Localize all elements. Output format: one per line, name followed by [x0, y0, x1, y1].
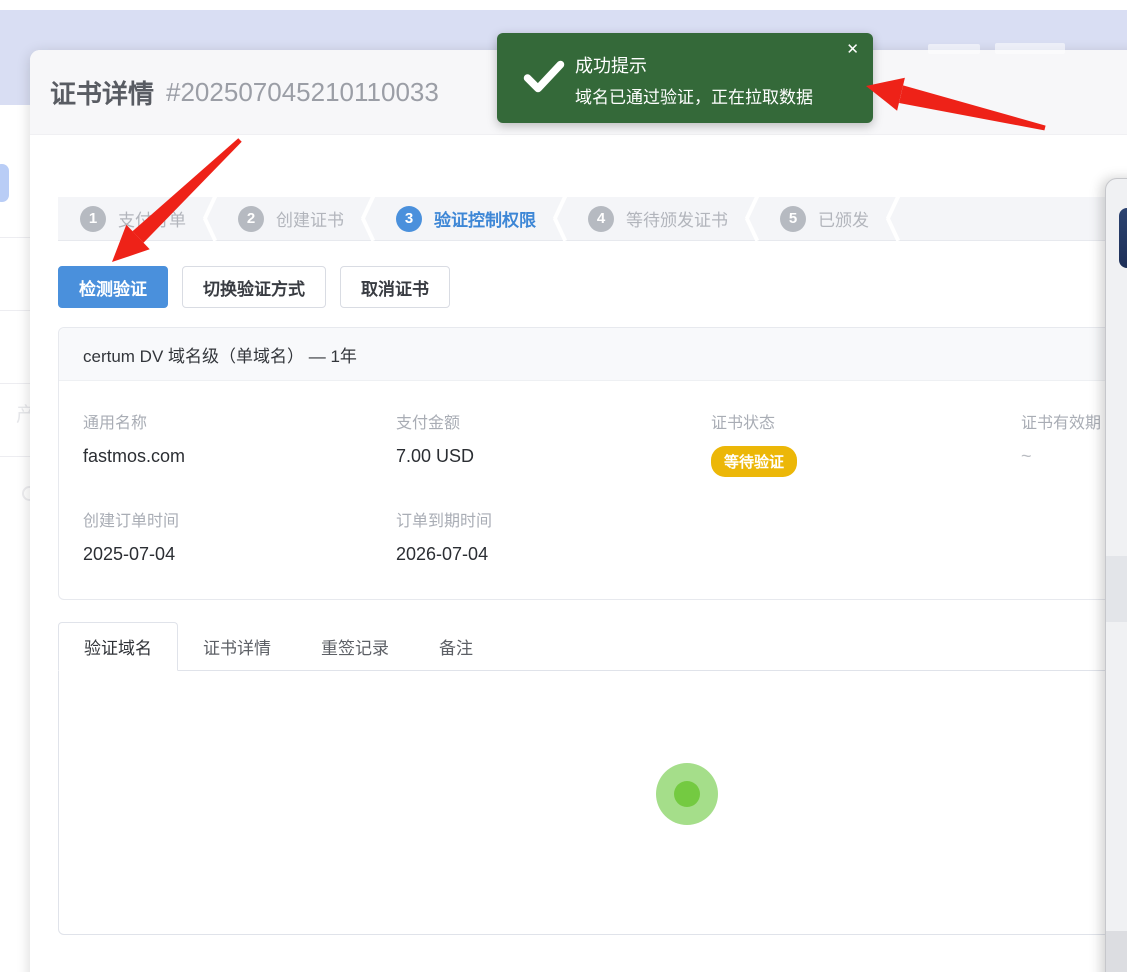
- step-label: 等待颁发证书: [626, 206, 728, 231]
- step-separator: [740, 197, 766, 240]
- switch-validation-method-button[interactable]: 切换验证方式: [182, 266, 326, 308]
- tab-content-verify-domain: [58, 670, 1127, 935]
- step-pay-order: 1 支付订单: [58, 197, 198, 240]
- status-badge: 等待验证: [711, 446, 797, 477]
- field-status: 证书状态 等待验证: [711, 409, 1021, 477]
- field-label: 证书状态: [711, 409, 1021, 433]
- step-separator: [881, 197, 907, 240]
- background-row-divider: [0, 237, 30, 238]
- step-label: 创建证书: [276, 206, 344, 231]
- progress-stepper: 1 支付订单 2 创建证书 3 验证控制权限 4 等待颁发证书 5 已颁发: [58, 197, 1127, 241]
- tab-notes[interactable]: 备注: [414, 622, 498, 670]
- action-buttons: 检测验证 切换验证方式 取消证书: [58, 266, 1127, 308]
- step-number: 1: [80, 206, 106, 232]
- cancel-certificate-button[interactable]: 取消证书: [340, 266, 450, 308]
- check-validation-button[interactable]: 检测验证: [58, 266, 168, 308]
- close-icon[interactable]: ✕: [846, 42, 859, 57]
- certificate-info-body: 通用名称 fastmos.com 支付金额 7.00 USD 证书状态 等待验证…: [59, 381, 1127, 599]
- modal-title: 证书详情: [50, 74, 154, 111]
- success-toast: 成功提示 域名已通过验证，正在拉取数据 ✕: [497, 33, 873, 123]
- field-expires: 订单到期时间 2026-07-04: [396, 507, 711, 565]
- field-label: 支付金额: [396, 409, 711, 433]
- product-title: certum DV 域名级（单域名） — 1年: [59, 328, 1127, 381]
- step-number: 4: [588, 206, 614, 232]
- step-number: 3: [396, 206, 422, 232]
- step-separator: [198, 197, 224, 240]
- tabs-header: 验证域名 证书详情 重签记录 备注: [58, 622, 1127, 670]
- order-number: #202507045210110033: [166, 77, 439, 108]
- loading-spinner: [656, 763, 718, 825]
- step-label: 支付订单: [118, 206, 186, 231]
- step-separator: [548, 197, 574, 240]
- field-created: 创建订单时间 2025-07-04: [83, 507, 396, 565]
- step-label: 验证控制权限: [434, 206, 536, 231]
- step-verify-control: 3 验证控制权限: [382, 197, 548, 240]
- step-number: 5: [780, 206, 806, 232]
- certificate-detail-modal: 证书详情 #202507045210110033 1 支付订单 2 创建证书 3…: [30, 50, 1127, 972]
- panel-navy-button[interactable]: [1119, 208, 1127, 268]
- field-value: 7.00 USD: [396, 446, 711, 467]
- checkmark-icon: [521, 57, 567, 99]
- step-issued: 5 已颁发: [766, 197, 881, 240]
- background-row-divider: [0, 383, 30, 384]
- field-label: 通用名称: [83, 409, 396, 433]
- modal-body: 1 支付订单 2 创建证书 3 验证控制权限 4 等待颁发证书 5 已颁发: [30, 197, 1127, 935]
- certificate-info-card: certum DV 域名级（单域名） — 1年 通用名称 fastmos.com…: [58, 327, 1127, 600]
- field-label: 创建订单时间: [83, 507, 396, 531]
- step-label: 已颁发: [818, 206, 869, 231]
- step-number: 2: [238, 206, 264, 232]
- field-value: fastmos.com: [83, 446, 396, 467]
- toast-message: 域名已通过验证，正在拉取数据: [575, 83, 813, 108]
- step-wait-issue: 4 等待颁发证书: [574, 197, 740, 240]
- field-value: 2026-07-04: [396, 544, 711, 565]
- field-value: 2025-07-04: [83, 544, 396, 565]
- background-row-divider: [0, 456, 30, 457]
- background-row-divider: [0, 310, 30, 311]
- tab-verify-domain[interactable]: 验证域名: [58, 622, 178, 671]
- step-separator: [356, 197, 382, 240]
- loading-spinner-core: [674, 781, 700, 807]
- panel-section-band: [1106, 556, 1127, 622]
- field-amount: 支付金额 7.00 USD: [396, 409, 711, 477]
- tab-cert-details[interactable]: 证书详情: [178, 622, 296, 670]
- tab-resign-records[interactable]: 重签记录: [296, 622, 414, 670]
- background-sidebar-highlight: [0, 164, 9, 202]
- background-artifact: [928, 44, 980, 54]
- field-label: 订单到期时间: [396, 507, 711, 531]
- detail-tabs: 验证域名 证书详情 重签记录 备注: [58, 622, 1127, 935]
- background-artifact: [995, 43, 1065, 54]
- step-create-cert: 2 创建证书: [224, 197, 356, 240]
- panel-footer: [1106, 931, 1127, 972]
- toast-title: 成功提示: [575, 52, 647, 78]
- right-side-panel: [1105, 178, 1127, 972]
- field-grid-row1: 通用名称 fastmos.com 支付金额 7.00 USD 证书状态 等待验证…: [83, 409, 1122, 565]
- field-common-name: 通用名称 fastmos.com: [83, 409, 396, 477]
